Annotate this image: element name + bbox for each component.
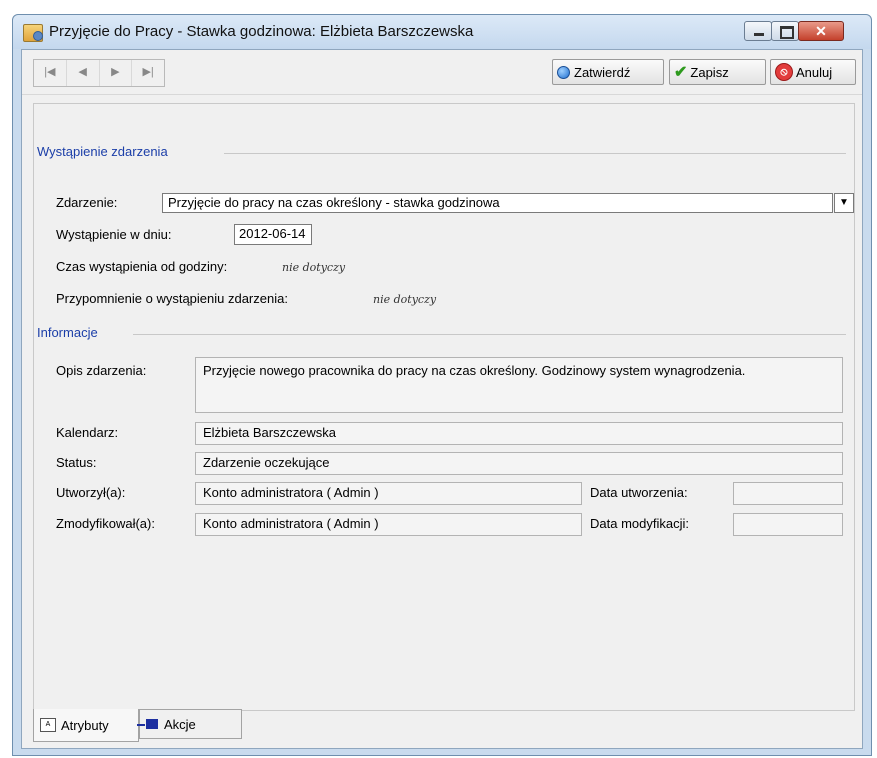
window-title: Przyjęcie do Pracy - Stawka godzinowa: E… — [49, 23, 474, 40]
tab-attributes[interactable]: A Atrybuty — [33, 709, 139, 742]
attributes-icon: A — [40, 718, 56, 732]
save-label: Zapisz — [690, 64, 729, 80]
tab-attributes-label: Atrybuty — [61, 717, 109, 733]
tab-actions[interactable]: Akcje — [137, 709, 242, 739]
reminder-value: nie dotyczy — [373, 293, 437, 306]
date-label: Wystąpienie w dniu: — [56, 227, 172, 242]
blue-dot-icon — [557, 65, 570, 79]
created-by-label: Utworzył(a): — [56, 485, 126, 500]
cancel-button[interactable]: ⦸ Anuluj — [770, 59, 856, 85]
maximize-icon — [780, 26, 794, 39]
info-section-divider — [133, 334, 846, 335]
event-label: Zdarzenie: — [56, 195, 118, 210]
record-navigation: |◀ ◀ ▶ ▶| — [33, 59, 165, 87]
attributes-panel: Wystąpienie zdarzenia Zdarzenie: Przyjęc… — [33, 103, 855, 711]
dialog-client-area: |◀ ◀ ▶ ▶| Zatwierdź ✔ Zapisz ⦸ Anuluj Wy… — [21, 49, 863, 749]
confirm-button[interactable]: Zatwierdź — [552, 59, 664, 85]
cancel-icon: ⦸ — [775, 63, 793, 81]
event-section-title: Wystąpienie zdarzenia — [37, 144, 168, 159]
dialog-window: Przyjęcie do Pracy - Stawka godzinowa: E… — [12, 14, 872, 756]
previous-record-button[interactable]: ◀ — [67, 60, 100, 86]
modified-by-field: Konto administratora ( Admin ) — [195, 513, 582, 536]
description-label: Opis zdarzenia: — [56, 363, 147, 378]
next-record-button[interactable]: ▶ — [100, 60, 133, 86]
time-value: nie dotyczy — [282, 261, 346, 274]
actions-icon — [137, 719, 158, 729]
close-icon: ✕ — [815, 23, 827, 39]
status-field: Zdarzenie oczekujące — [195, 452, 843, 475]
calendar-field: Elżbieta Barszczewska — [195, 422, 843, 445]
first-record-button[interactable]: |◀ — [34, 60, 67, 86]
created-date-field — [733, 482, 843, 505]
created-by-field: Konto administratora ( Admin ) — [195, 482, 582, 505]
cancel-label: Anuluj — [796, 64, 833, 80]
description-field: Przyjęcie nowego pracownika do pracy na … — [195, 357, 843, 413]
event-section-divider — [224, 153, 846, 154]
close-button[interactable]: ✕ — [798, 21, 844, 41]
maximize-button[interactable] — [771, 21, 799, 41]
created-date-label: Data utworzenia: — [590, 485, 688, 500]
title-bar[interactable]: Przyjęcie do Pracy - Stawka godzinowa: E… — [13, 15, 871, 49]
status-label: Status: — [56, 455, 97, 470]
calendar-app-icon — [23, 24, 43, 42]
chevron-down-icon[interactable]: ▼ — [834, 193, 854, 213]
last-record-button[interactable]: ▶| — [132, 60, 164, 86]
minimize-icon — [754, 33, 764, 36]
modified-by-label: Zmodyfikował(a): — [56, 516, 155, 531]
reminder-label: Przypomnienie o wystąpieniu zdarzenia: — [56, 291, 288, 306]
modified-date-field — [733, 513, 843, 536]
toolbar: |◀ ◀ ▶ ▶| Zatwierdź ✔ Zapisz ⦸ Anuluj — [22, 50, 862, 95]
time-label: Czas wystąpienia od godziny: — [56, 259, 228, 274]
minimize-button[interactable] — [744, 21, 772, 41]
save-button[interactable]: ✔ Zapisz — [669, 59, 766, 85]
calendar-label: Kalendarz: — [56, 425, 119, 440]
event-select[interactable]: Przyjęcie do pracy na czas określony - s… — [162, 193, 833, 213]
date-field[interactable]: 2012-06-14 — [234, 224, 312, 245]
checkmark-icon: ✔ — [674, 64, 688, 81]
modified-date-label: Data modyfikacji: — [590, 516, 689, 531]
tab-actions-label: Akcje — [164, 716, 196, 732]
info-section-title: Informacje — [37, 325, 98, 340]
confirm-label: Zatwierdź — [574, 64, 631, 80]
